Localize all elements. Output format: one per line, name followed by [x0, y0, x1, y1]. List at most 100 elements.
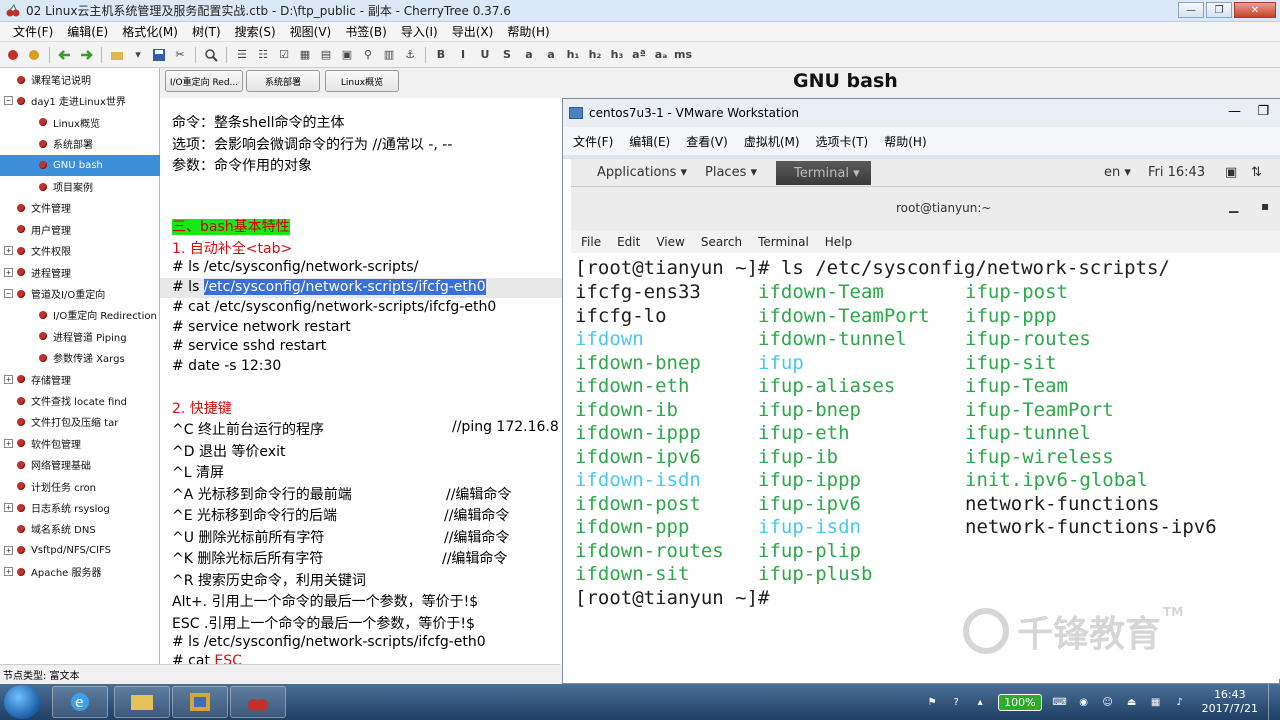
recording-icon[interactable]: ◉ [1076, 694, 1092, 710]
terminal-app-menu[interactable]: Terminal ▾ [776, 161, 871, 185]
back-arrow-icon[interactable] [56, 46, 74, 64]
format-button[interactable]: h₁ [564, 46, 582, 64]
tree-node[interactable]: 域名系统 DNS [0, 518, 160, 539]
language-menu[interactable]: en ▾ [1104, 165, 1131, 180]
node-tree[interactable]: 课程笔记说明 − day1 走进Linux世界 Linux概览 系统部署 GNU bash… [0, 68, 160, 664]
terminal-menu-item[interactable]: Help [825, 235, 852, 249]
screen-icon[interactable]: ▣ [1225, 165, 1237, 180]
insert-file-icon[interactable]: ▥ [380, 46, 398, 64]
add-node-icon[interactable] [4, 46, 22, 64]
open-folder-icon[interactable] [108, 46, 126, 64]
menu-item[interactable]: 树(T) [185, 23, 228, 40]
menu-item[interactable]: 书签(B) [338, 23, 394, 40]
vmware-menu-item[interactable]: 选项卡(T) [816, 133, 869, 150]
terminal-maximize-button[interactable]: ▪ [1261, 199, 1269, 213]
collapse-icon[interactable]: − [4, 96, 13, 106]
keyboard-icon[interactable]: ⌨ [1052, 694, 1068, 710]
vmware-menu-item[interactable]: 文件(F) [573, 133, 613, 150]
format-button[interactable]: a [542, 46, 560, 64]
menu-item[interactable]: 文件(F) [6, 23, 60, 40]
expand-icon[interactable]: + [4, 567, 13, 577]
network-icon[interactable]: ⇅ [1251, 165, 1262, 180]
format-button[interactable]: U [476, 46, 494, 64]
terminal-menu-item[interactable]: Terminal [758, 235, 809, 249]
show-desktop-button[interactable] [1268, 684, 1280, 720]
save-icon[interactable] [150, 46, 168, 64]
tree-node[interactable]: 网络管理基础 [0, 454, 160, 475]
tree-node[interactable]: 文件管理 [0, 197, 160, 218]
expand-icon[interactable]: + [4, 267, 13, 277]
menu-item[interactable]: 格式化(M) [115, 23, 185, 40]
tree-node[interactable]: 参数传递 Xargs [0, 347, 160, 368]
vmware-menu-item[interactable]: 虚拟机(M) [744, 133, 800, 150]
tree-node[interactable]: 项目案例 [0, 176, 160, 197]
bullet-list-icon[interactable]: ☰ [233, 46, 251, 64]
bookmark-tab-linux-overview[interactable]: Linux概览 [325, 70, 399, 92]
insert-table-icon[interactable]: ▤ [317, 46, 335, 64]
start-button[interactable] [4, 685, 40, 719]
menu-item[interactable]: 视图(V) [283, 23, 339, 40]
format-button[interactable]: aₐ [652, 46, 670, 64]
tree-node[interactable]: Linux概览 [0, 112, 160, 133]
usb-icon[interactable]: ⏏ [1124, 694, 1140, 710]
format-button[interactable]: h₂ [586, 46, 604, 64]
terminal-menu-item[interactable]: Search [701, 235, 742, 249]
dropdown-arrow-icon[interactable]: ▾ [129, 46, 147, 64]
insert-image-icon[interactable]: ▦ [296, 46, 314, 64]
menu-item[interactable]: 导入(I) [394, 23, 445, 40]
vmware-menu-item[interactable]: 帮助(H) [884, 133, 926, 150]
vmware-window[interactable]: centos7u3-1 - VMware Workstation — ❐ 文件(… [562, 98, 1280, 684]
menu-item[interactable]: 搜索(S) [228, 23, 283, 40]
vmware-menu-item[interactable]: 编辑(E) [629, 133, 670, 150]
tree-node[interactable]: + 存储管理 [0, 369, 160, 390]
collapse-icon[interactable]: − [4, 289, 13, 298]
maximize-button[interactable]: ❐ [1206, 2, 1232, 18]
network-tray-icon[interactable]: ▦ [1148, 694, 1164, 710]
tree-node[interactable]: 文件打包及压缩 tar [0, 411, 160, 432]
format-button[interactable]: I [454, 46, 472, 64]
bookmark-tab-redirection[interactable]: I/O重定向 Red... [165, 70, 243, 92]
tree-node[interactable]: + Apache 服务器 [0, 561, 160, 582]
expand-icon[interactable]: + [4, 503, 13, 512]
forward-arrow-icon[interactable] [77, 46, 95, 64]
rich-text-editor[interactable]: 命令：整条shell命令的主体 选项：会影响会微调命令的行为 //通常以 -, … [160, 98, 562, 664]
vmware-taskbar-button[interactable] [172, 686, 228, 718]
tree-node[interactable]: + 进程管理 [0, 262, 160, 283]
menu-item[interactable]: 帮助(H) [500, 23, 556, 40]
anchor-icon[interactable]: ⚓ [401, 46, 419, 64]
cherrytree-taskbar-button[interactable] [230, 686, 286, 718]
tree-node[interactable]: + 文件权限 [0, 240, 160, 261]
expand-icon[interactable]: + [4, 374, 13, 384]
search-icon[interactable] [202, 46, 220, 64]
tree-node[interactable]: 课程笔记说明 [0, 69, 160, 90]
format-button[interactable]: S [498, 46, 516, 64]
flag-icon[interactable]: ⚑ [924, 694, 940, 710]
tree-node[interactable]: GNU bash [0, 154, 160, 176]
volume-icon[interactable]: ♪ [1172, 694, 1188, 710]
menu-item[interactable]: 编辑(E) [60, 23, 115, 40]
taskbar-clock[interactable]: 16:43 2017/7/21 [1202, 688, 1258, 716]
menu-item[interactable]: 导出(X) [445, 23, 501, 40]
terminal-menu-item[interactable]: File [581, 235, 601, 249]
expand-icon[interactable]: + [4, 438, 13, 448]
tree-node[interactable]: 进程管道 Piping [0, 326, 160, 347]
tree-node[interactable]: I/O重定向 Redirection [0, 304, 160, 325]
vmware-menu-item[interactable]: 查看(V) [686, 133, 728, 150]
gnome-clock[interactable]: Fri 16:43 [1148, 165, 1205, 180]
minimize-button[interactable]: — [1178, 2, 1204, 18]
format-button[interactable]: a [520, 46, 538, 64]
numbered-list-icon[interactable]: ☷ [254, 46, 272, 64]
insert-codebox-icon[interactable]: ▣ [338, 46, 356, 64]
tree-node[interactable]: 用户管理 [0, 219, 160, 240]
applications-menu[interactable]: Applications ▾ [597, 165, 687, 180]
tree-node[interactable]: − day1 走进Linux世界 [0, 90, 160, 111]
cut-icon[interactable]: ✂ [171, 46, 189, 64]
tree-node[interactable]: + 日志系统 rsyslog [0, 497, 160, 518]
add-subnode-icon[interactable] [25, 46, 43, 64]
qq-icon[interactable]: ☺ [1100, 694, 1116, 710]
tree-node[interactable]: 系统部署 [0, 133, 160, 154]
expand-tray-icon[interactable]: ▴ [972, 694, 988, 710]
expand-icon[interactable]: + [4, 545, 13, 555]
close-button[interactable]: ✕ [1234, 2, 1276, 18]
tree-node[interactable]: − 管道及I/O重定向 [0, 283, 160, 304]
